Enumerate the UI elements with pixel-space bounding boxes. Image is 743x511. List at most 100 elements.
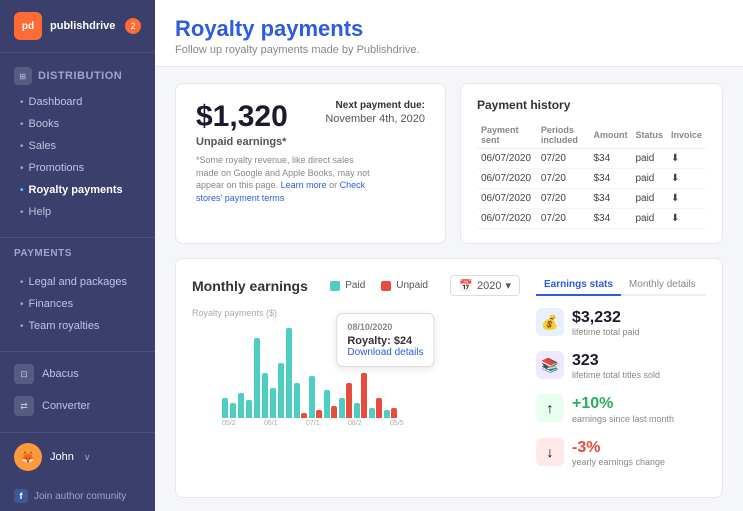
- tooltip-download-link[interactable]: Download details: [347, 347, 423, 358]
- legend-paid-dot: [330, 281, 340, 291]
- page-title: Royalty payments: [175, 16, 723, 42]
- bar-group[interactable]: [286, 328, 292, 418]
- main-content: Royalty payments Follow up royalty payme…: [155, 0, 743, 511]
- bar-paid[interactable]: [238, 393, 244, 418]
- stat-since-last-month: ↑ +10% earnings since last month: [536, 394, 706, 423]
- content-area: $1,320 Unpaid earnings* Next payment due…: [155, 67, 743, 511]
- bar-group[interactable]: [262, 373, 268, 418]
- bar-paid[interactable]: [262, 373, 268, 418]
- tab-monthly-details[interactable]: Monthly details: [621, 275, 704, 296]
- bar-unpaid[interactable]: [331, 406, 337, 418]
- sidebar-item-abacus[interactable]: ⊡ Abacus: [0, 358, 155, 390]
- bar-unpaid[interactable]: [301, 413, 307, 418]
- distribution-section: ⊞ Distribution Dashboard Books Sales Pro…: [0, 53, 155, 231]
- bar-unpaid[interactable]: [391, 408, 397, 418]
- bar-unpaid[interactable]: [316, 410, 322, 418]
- next-payment-label: Next payment due:: [325, 100, 425, 111]
- sidebar-item-promotions[interactable]: Promotions: [0, 157, 155, 179]
- yearly-change-value: -3%: [572, 438, 665, 457]
- abacus-icon: ⊡: [14, 364, 34, 384]
- bar-group[interactable]: [294, 383, 307, 418]
- table-row: 06/07/2020 07/20 $34 paid ⬇: [477, 169, 706, 189]
- col-periods: Periods included: [537, 122, 590, 149]
- sidebar-logo: pd publishdrive 2: [0, 0, 155, 53]
- year-selector[interactable]: 📅 2020 ▾: [450, 275, 520, 296]
- table-row: 06/07/2020 07/20 $34 paid ⬇: [477, 149, 706, 169]
- invoice-button[interactable]: ⬇: [667, 169, 706, 189]
- bar-group[interactable]: [324, 390, 337, 418]
- bar-paid[interactable]: [384, 410, 390, 418]
- sidebar-bottom: 🦊 John ∨ f Join author comunity: [0, 432, 155, 511]
- sidebar-divider-2: [0, 351, 155, 352]
- sidebar-item-converter[interactable]: ⇄ Converter: [0, 390, 155, 422]
- converter-icon: ⇄: [14, 396, 34, 416]
- bars-container: 08/10/2020 Royalty: $24 Download details: [192, 308, 520, 418]
- bar-group[interactable]: [384, 408, 397, 418]
- tooltip-royalty: Royalty: $24: [347, 335, 423, 347]
- bar-paid[interactable]: [230, 403, 236, 418]
- user-profile[interactable]: 🦊 John ∨: [0, 432, 155, 481]
- earnings-inner: $1,320 Unpaid earnings* Next payment due…: [196, 100, 425, 148]
- monthly-header: Monthly earnings Paid Unpaid 📅 2: [192, 275, 520, 296]
- bar-group[interactable]: [222, 398, 228, 418]
- tab-earnings-stats[interactable]: Earnings stats: [536, 275, 621, 296]
- legend-unpaid-dot: [381, 281, 391, 291]
- sidebar-item-sales[interactable]: Sales: [0, 135, 155, 157]
- invoice-button[interactable]: ⬇: [667, 189, 706, 209]
- notification-badge[interactable]: 2: [125, 18, 141, 34]
- bar-group[interactable]: [230, 403, 236, 418]
- x-axis: 05/2 06/1 07/1 08/2 05/5: [192, 420, 520, 427]
- sidebar-item-royalty-payments[interactable]: Royalty payments: [0, 179, 155, 201]
- sidebar-item-help[interactable]: Help: [0, 201, 155, 223]
- bar-paid[interactable]: [294, 383, 300, 418]
- sidebar-item-team-royalties[interactable]: Team royalties: [0, 315, 155, 337]
- bar-unpaid[interactable]: [346, 383, 352, 418]
- earnings-amount: $1,320: [196, 100, 288, 134]
- bar-paid[interactable]: [309, 376, 315, 418]
- learn-more-link[interactable]: Learn more: [281, 180, 327, 190]
- bar-group[interactable]: [238, 393, 244, 418]
- bar-paid[interactable]: [324, 390, 330, 418]
- bar-group[interactable]: [309, 376, 322, 418]
- bar-unpaid[interactable]: [361, 373, 367, 418]
- sidebar-item-legal[interactable]: Legal and packages: [0, 271, 155, 293]
- bar-group[interactable]: [339, 383, 352, 418]
- bar-group[interactable]: [270, 388, 276, 418]
- bar-paid[interactable]: [369, 408, 375, 418]
- sidebar-item-books[interactable]: Books: [0, 113, 155, 135]
- stats-tabs: Earnings stats Monthly details: [536, 275, 706, 296]
- sidebar-item-dashboard[interactable]: Dashboard: [0, 91, 155, 113]
- col-amount: Amount: [589, 122, 631, 149]
- col-payment-sent: Payment sent: [477, 122, 537, 149]
- bar-group[interactable]: [354, 373, 367, 418]
- join-community[interactable]: f Join author comunity: [0, 481, 155, 511]
- bar-paid[interactable]: [278, 363, 284, 418]
- bar-paid[interactable]: [254, 338, 260, 418]
- yearly-change-icon: ↓: [536, 438, 564, 466]
- logo-icon: pd: [14, 12, 42, 40]
- bar-paid[interactable]: [246, 400, 252, 418]
- monthly-title: Monthly earnings: [192, 278, 308, 294]
- tooltip-date: 08/10/2020: [347, 322, 423, 332]
- invoice-button[interactable]: ⬇: [667, 149, 706, 169]
- bar-group[interactable]: [369, 398, 382, 418]
- legend: Paid Unpaid: [330, 280, 428, 291]
- stats-panel: Earnings stats Monthly details 💰 $3,232 …: [536, 275, 706, 481]
- bar-unpaid[interactable]: [376, 398, 382, 418]
- stat-titles-sold: 📚 323 lifetime total titles sold: [536, 351, 706, 380]
- bar-group[interactable]: [254, 338, 260, 418]
- bar-paid[interactable]: [286, 328, 292, 418]
- bar-group[interactable]: [278, 363, 284, 418]
- calendar-icon: 📅: [459, 279, 473, 292]
- facebook-icon: f: [14, 489, 28, 503]
- bar-paid[interactable]: [270, 388, 276, 418]
- sidebar-item-finances[interactable]: Finances: [0, 293, 155, 315]
- bar-paid[interactable]: [354, 403, 360, 418]
- bar-paid[interactable]: [339, 398, 345, 418]
- invoice-button[interactable]: ⬇: [667, 209, 706, 229]
- payments-section: Legal and packages Finances Team royalti…: [0, 263, 155, 345]
- bar-paid[interactable]: [222, 398, 228, 418]
- page-header: Royalty payments Follow up royalty payme…: [155, 0, 743, 67]
- bar-group[interactable]: [246, 400, 252, 418]
- lifetime-paid-icon: 💰: [536, 308, 564, 336]
